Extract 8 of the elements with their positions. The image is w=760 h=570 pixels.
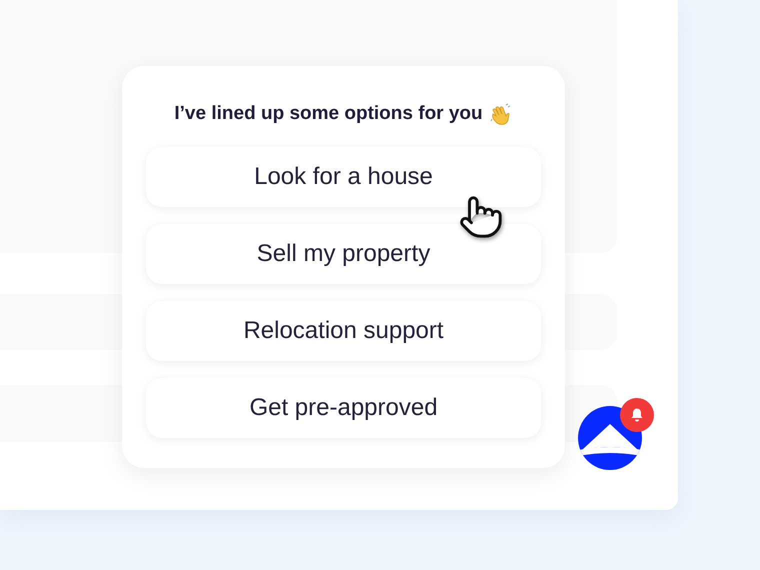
chat-title: I’ve lined up some options for you (174, 102, 483, 126)
waving-hand-icon (488, 102, 513, 126)
option-button[interactable]: Relocation support (146, 300, 541, 360)
hand-pointer-icon (458, 194, 504, 240)
option-button[interactable]: Look for a house (146, 146, 541, 206)
option-button[interactable]: Sell my property (146, 224, 541, 284)
bell-icon (629, 407, 645, 423)
option-button[interactable]: Get pre-approved (146, 378, 541, 438)
